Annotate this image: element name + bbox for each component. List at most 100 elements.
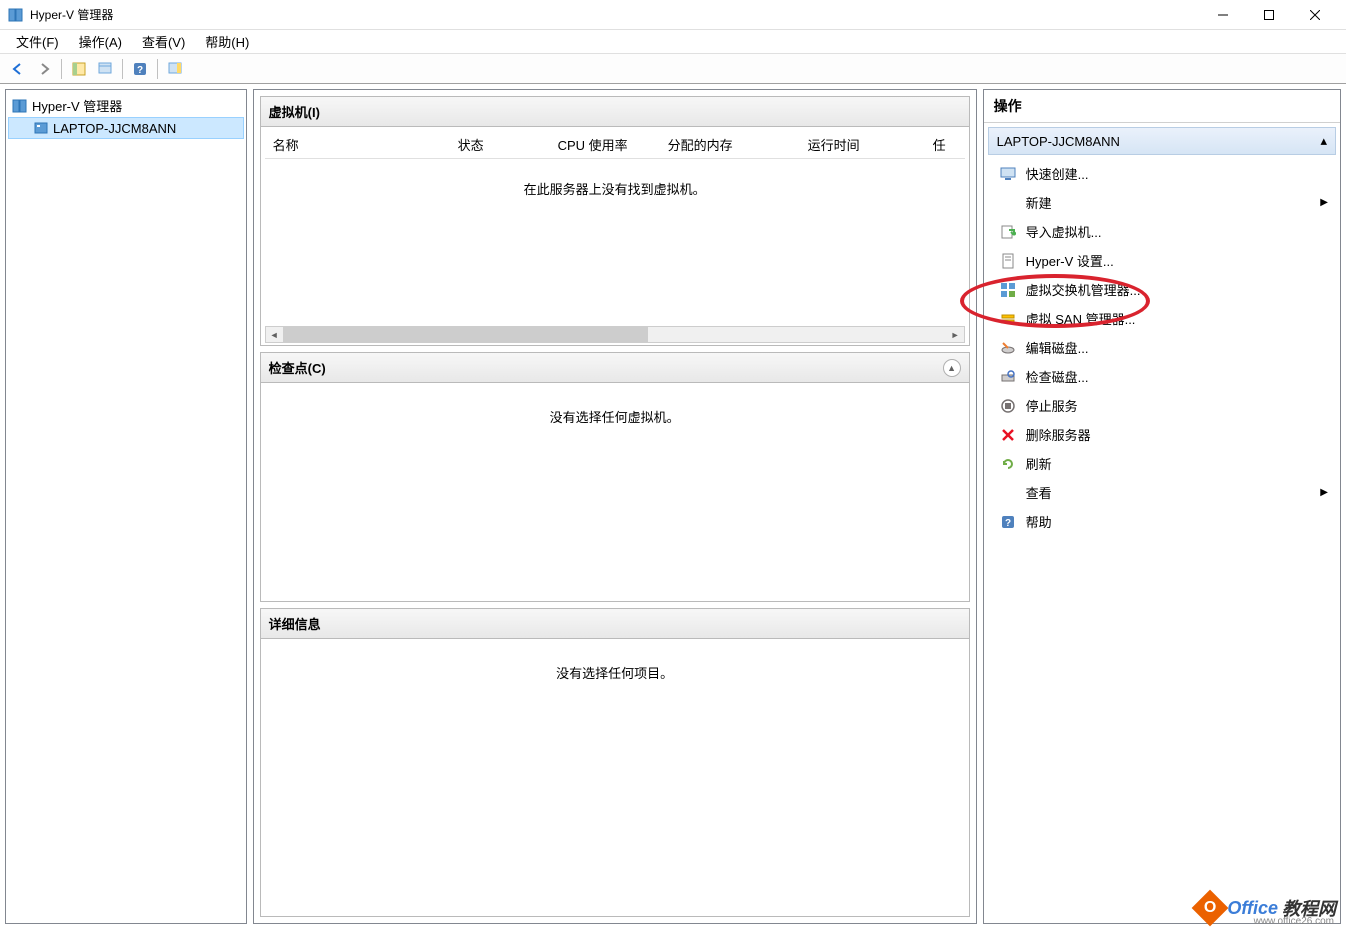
monitor-icon (1000, 166, 1016, 182)
refresh-icon (1000, 456, 1016, 472)
vm-panel-header: 虚拟机(I) (261, 97, 969, 127)
watermark: O Office教程网 (1197, 895, 1336, 921)
action-hyperv-settings[interactable]: Hyper-V 设置... (984, 246, 1340, 275)
scroll-thumb[interactable] (283, 327, 648, 342)
col-uptime[interactable]: 运行时间 (800, 135, 925, 154)
action-label: 检查磁盘... (1026, 367, 1089, 386)
action-vsan-manager[interactable]: 虚拟 SAN 管理器... (984, 304, 1340, 333)
detail-panel-header: 详细信息 (261, 609, 969, 639)
watermark-brand1: Office (1227, 898, 1278, 919)
menu-help[interactable]: 帮助(H) (195, 29, 259, 54)
show-hide-tree-button[interactable] (67, 57, 91, 81)
edit-disk-icon (1000, 340, 1016, 356)
submenu-arrow-icon: ▶ (1320, 197, 1328, 208)
nav-forward-button[interactable] (32, 57, 56, 81)
scroll-left-button[interactable]: ◄ (266, 327, 283, 342)
tree-root-node[interactable]: Hyper-V 管理器 (8, 94, 244, 117)
inspect-disk-icon (1000, 369, 1016, 385)
minimize-button[interactable] (1200, 0, 1246, 30)
svg-text:?: ? (1005, 518, 1011, 529)
toolbar: ? (0, 54, 1346, 84)
server-icon (33, 120, 49, 136)
actions-group-label: LAPTOP-JJCM8ANN (997, 134, 1120, 149)
actions-group-header[interactable]: LAPTOP-JJCM8ANN ▴ (988, 127, 1336, 155)
checkpoint-panel-body: 没有选择任何虚拟机。 (261, 383, 969, 601)
titlebar: Hyper-V 管理器 (0, 0, 1346, 30)
vm-hscrollbar[interactable]: ◄ ► (265, 326, 965, 343)
action-label: 虚拟 SAN 管理器... (1026, 309, 1136, 328)
main-area: Hyper-V 管理器 LAPTOP-JJCM8ANN 虚拟机(I) 名称 状态… (0, 84, 1346, 929)
blank-icon (1000, 485, 1016, 501)
detail-panel: 详细信息 没有选择任何项目。 (260, 608, 970, 917)
tree-server-node[interactable]: LAPTOP-JJCM8ANN (8, 117, 244, 139)
action-label: Hyper-V 设置... (1026, 251, 1114, 270)
toolbar-separator (122, 59, 123, 79)
action-refresh[interactable]: 刷新 (984, 449, 1340, 478)
menu-view[interactable]: 查看(V) (132, 29, 195, 54)
scroll-right-button[interactable]: ► (947, 327, 964, 342)
blank-icon (1000, 195, 1016, 211)
checkpoint-panel-header: 检查点(C) ▲ (261, 353, 969, 383)
action-pane-toggle-button[interactable] (163, 57, 187, 81)
detail-panel-title: 详细信息 (269, 614, 321, 633)
action-quick-create[interactable]: 快速创建... (984, 159, 1340, 188)
hyperv-app-icon (8, 7, 24, 23)
center-pane: 虚拟机(I) 名称 状态 CPU 使用率 分配的内存 运行时间 任 在此服务器上… (253, 89, 977, 924)
action-vswitch-manager[interactable]: 虚拟交换机管理器... (984, 275, 1340, 304)
action-stop-service[interactable]: 停止服务 (984, 391, 1340, 420)
action-inspect-disk[interactable]: 检查磁盘... (984, 362, 1340, 391)
action-edit-disk[interactable]: 编辑磁盘... (984, 333, 1340, 362)
window-controls (1200, 0, 1338, 30)
vswitch-icon (1000, 282, 1016, 298)
col-memory[interactable]: 分配的内存 (660, 135, 800, 154)
vm-panel: 虚拟机(I) 名称 状态 CPU 使用率 分配的内存 运行时间 任 在此服务器上… (260, 96, 970, 346)
watermark-brand2: 教程网 (1282, 895, 1336, 921)
menu-action[interactable]: 操作(A) (69, 29, 132, 54)
nav-back-button[interactable] (6, 57, 30, 81)
action-label: 停止服务 (1026, 396, 1078, 415)
action-view[interactable]: 查看 ▶ (984, 478, 1340, 507)
scroll-track[interactable] (283, 327, 947, 342)
vm-panel-title: 虚拟机(I) (269, 102, 320, 121)
actions-pane: 操作 LAPTOP-JJCM8ANN ▴ 快速创建... 新建 ▶ 导入虚拟机.… (983, 89, 1341, 924)
tree-server-label: LAPTOP-JJCM8ANN (53, 121, 176, 136)
close-button[interactable] (1292, 0, 1338, 30)
action-remove-server[interactable]: 删除服务器 (984, 420, 1340, 449)
action-new[interactable]: 新建 ▶ (984, 188, 1340, 217)
tree-root-label: Hyper-V 管理器 (32, 96, 122, 115)
col-name[interactable]: 名称 (265, 135, 450, 154)
action-label: 新建 (1026, 193, 1052, 212)
action-label: 删除服务器 (1026, 425, 1091, 444)
window-title: Hyper-V 管理器 (30, 6, 113, 23)
properties-button[interactable] (93, 57, 117, 81)
submenu-arrow-icon: ▶ (1320, 487, 1328, 498)
vsan-icon (1000, 311, 1016, 327)
col-task[interactable]: 任 (925, 135, 965, 154)
collapse-button[interactable]: ▲ (943, 359, 961, 377)
toolbar-separator (157, 59, 158, 79)
watermark-logo-icon: O (1192, 890, 1229, 927)
detail-panel-body: 没有选择任何项目。 (261, 639, 969, 916)
action-label: 虚拟交换机管理器... (1026, 280, 1141, 299)
delete-icon (1000, 427, 1016, 443)
import-icon (1000, 224, 1016, 240)
action-label: 导入虚拟机... (1026, 222, 1102, 241)
help-button[interactable]: ? (128, 57, 152, 81)
svg-text:?: ? (137, 65, 143, 76)
hyperv-icon (12, 98, 28, 114)
menu-file[interactable]: 文件(F) (6, 29, 69, 54)
vm-columns: 名称 状态 CPU 使用率 分配的内存 运行时间 任 (265, 131, 965, 159)
action-help[interactable]: ? 帮助 (984, 507, 1340, 536)
action-import-vm[interactable]: 导入虚拟机... (984, 217, 1340, 246)
collapse-icon: ▴ (1320, 133, 1327, 149)
maximize-button[interactable] (1246, 0, 1292, 30)
action-label: 刷新 (1026, 454, 1052, 473)
action-label: 帮助 (1026, 512, 1052, 531)
vm-empty-message: 在此服务器上没有找到虚拟机。 (265, 159, 965, 218)
col-state[interactable]: 状态 (450, 135, 550, 154)
action-label: 查看 (1026, 483, 1052, 502)
action-label: 快速创建... (1026, 164, 1089, 183)
help-icon: ? (1000, 514, 1016, 530)
stop-icon (1000, 398, 1016, 414)
col-cpu[interactable]: CPU 使用率 (550, 135, 660, 154)
